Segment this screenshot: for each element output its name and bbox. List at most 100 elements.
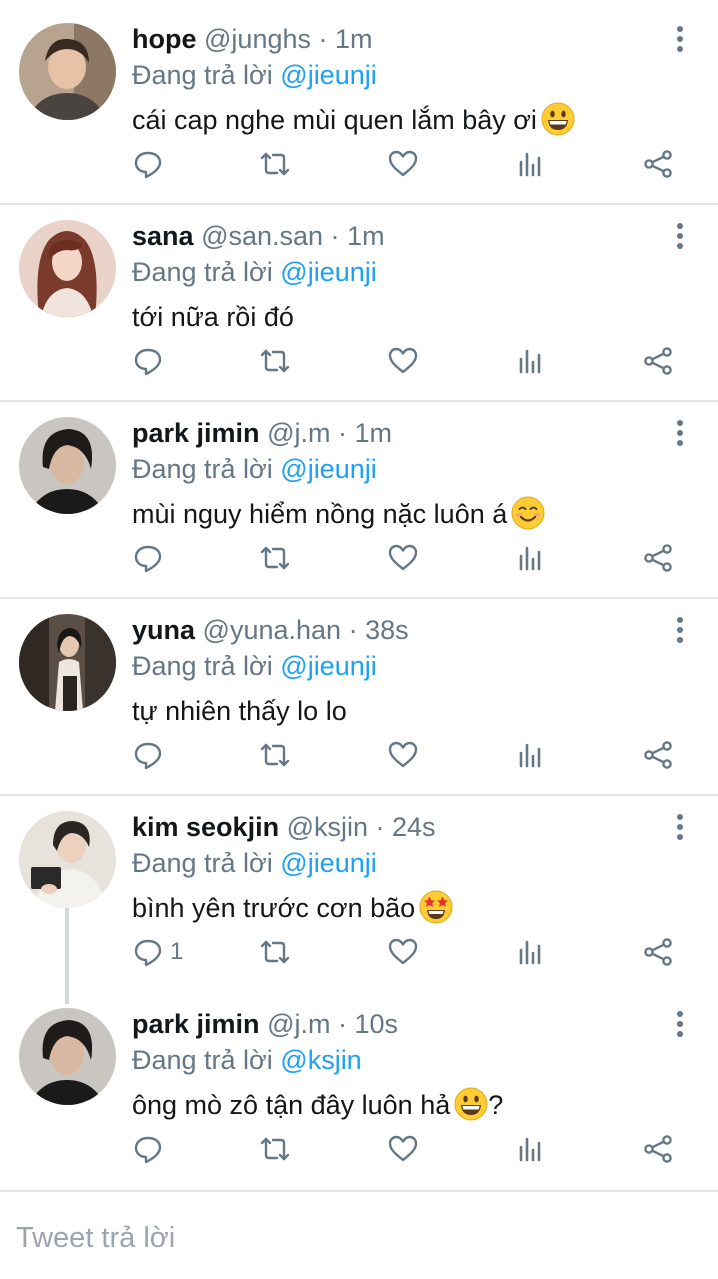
reply-mention[interactable]: @jieunji (280, 454, 376, 484)
tweet[interactable]: hope @junghs · 1m Đang trả lời @jieunji … (0, 0, 718, 204)
avatar[interactable] (19, 23, 116, 120)
share-button[interactable] (642, 536, 674, 580)
display-name[interactable]: yuna (132, 615, 195, 645)
analytics-button[interactable] (515, 1127, 547, 1171)
share-icon (642, 936, 674, 968)
reply-button[interactable]: 1 (132, 930, 183, 974)
avatar[interactable] (19, 220, 116, 317)
retweet-icon (259, 936, 291, 968)
retweet-button[interactable] (259, 733, 291, 777)
avatar[interactable] (19, 1008, 116, 1105)
tweet-text: mùi nguy hiểm nồng nặc luôn á (132, 495, 545, 533)
reply-mention[interactable]: @ksjin (280, 1045, 361, 1075)
retweet-icon (259, 1133, 291, 1165)
handle[interactable]: @yuna.han (203, 615, 342, 645)
handle[interactable]: @j.m (267, 418, 330, 448)
retweet-button[interactable] (259, 1127, 291, 1171)
like-button[interactable] (387, 930, 419, 974)
reply-icon (132, 345, 164, 377)
grinning-face-emoji (541, 102, 575, 136)
reply-mention[interactable]: @jieunji (280, 60, 376, 90)
more-options-icon[interactable] (668, 26, 692, 56)
display-name[interactable]: park jimin (132, 418, 260, 448)
retweet-button[interactable] (259, 339, 291, 383)
share-button[interactable] (642, 930, 674, 974)
share-button[interactable] (642, 733, 674, 777)
display-name[interactable]: park jimin (132, 1009, 260, 1039)
more-options-icon[interactable] (668, 1011, 692, 1041)
retweet-icon (259, 739, 291, 771)
more-options-icon[interactable] (668, 617, 692, 647)
analytics-button[interactable] (515, 930, 547, 974)
separator: · (341, 615, 366, 645)
like-button[interactable] (387, 1127, 419, 1171)
share-button[interactable] (642, 339, 674, 383)
more-options-icon[interactable] (668, 223, 692, 253)
reply-button[interactable] (132, 339, 170, 383)
reply-button[interactable] (132, 733, 170, 777)
tweet-text: tự nhiên thấy lo lo (132, 692, 347, 730)
reply-mention[interactable]: @jieunji (280, 848, 376, 878)
tweet[interactable]: yuna @yuna.han · 38s Đang trả lời @jieun… (0, 591, 718, 795)
reply-prefix: Đang trả lời (132, 257, 273, 287)
share-icon (642, 542, 674, 574)
retweet-button[interactable] (259, 930, 291, 974)
reply-prefix: Đang trả lời (132, 60, 273, 90)
timestamp: 1m (335, 24, 373, 54)
handle[interactable]: @ksjin (287, 812, 368, 842)
like-button[interactable] (387, 142, 419, 186)
tweet-text: bình yên trước cơn bão (132, 889, 453, 927)
replying-to: Đang trả lời @jieunji (132, 649, 377, 683)
like-button[interactable] (387, 536, 419, 580)
handle[interactable]: @junghs (204, 24, 311, 54)
separator: · (330, 1009, 355, 1039)
avatar[interactable] (19, 811, 116, 908)
share-icon (642, 148, 674, 180)
bar-chart-icon (515, 542, 547, 574)
reply-mention[interactable]: @jieunji (280, 257, 376, 287)
display-name[interactable]: kim seokjin (132, 812, 279, 842)
analytics-button[interactable] (515, 536, 547, 580)
reply-button[interactable] (132, 536, 170, 580)
more-options-icon[interactable] (668, 814, 692, 844)
tweet-text-content: tự nhiên thấy lo lo (132, 696, 347, 726)
retweet-button[interactable] (259, 142, 291, 186)
more-options-icon[interactable] (668, 420, 692, 450)
share-button[interactable] (642, 1127, 674, 1171)
reply-mention[interactable]: @jieunji (280, 651, 376, 681)
handle[interactable]: @j.m (267, 1009, 330, 1039)
reply-button[interactable] (132, 142, 170, 186)
like-button[interactable] (387, 733, 419, 777)
reply-input[interactable] (16, 1216, 696, 1260)
timestamp: 24s (392, 812, 436, 842)
like-button[interactable] (387, 339, 419, 383)
share-button[interactable] (642, 142, 674, 186)
handle[interactable]: @san.san (201, 221, 323, 251)
reply-icon (132, 148, 164, 180)
tweet[interactable]: sana @san.san · 1m Đang trả lời @jieunji… (0, 197, 718, 401)
retweet-button[interactable] (259, 536, 291, 580)
replying-to: Đang trả lời @jieunji (132, 58, 377, 92)
tweet[interactable]: kim seokjin @ksjin · 24s Đang trả lời @j… (0, 788, 718, 992)
analytics-button[interactable] (515, 339, 547, 383)
replying-to: Đang trả lời @jieunji (132, 452, 377, 486)
analytics-button[interactable] (515, 142, 547, 186)
avatar[interactable] (19, 417, 116, 514)
tweet[interactable]: park jimin @j.m · 10s Đang trả lời @ksji… (0, 985, 718, 1189)
action-bar: 1 (0, 930, 718, 974)
reply-composer (0, 1190, 718, 1279)
reply-prefix: Đang trả lời (132, 454, 273, 484)
bar-chart-icon (515, 345, 547, 377)
reply-icon (132, 542, 164, 574)
replying-to: Đang trả lời @ksjin (132, 1043, 362, 1077)
reply-button[interactable] (132, 1127, 170, 1171)
tweet[interactable]: park jimin @j.m · 1m Đang trả lời @jieun… (0, 394, 718, 598)
tweet-text-suffix: ? (488, 1090, 504, 1120)
display-name[interactable]: hope (132, 24, 197, 54)
display-name[interactable]: sana (132, 221, 194, 251)
tweet-text-content: tới nữa rồi đó (132, 302, 294, 332)
tweet-text-content: cái cap nghe mùi quen lắm bây ơi (132, 105, 537, 135)
analytics-button[interactable] (515, 733, 547, 777)
heart-icon (387, 1133, 419, 1165)
avatar[interactable] (19, 614, 116, 711)
